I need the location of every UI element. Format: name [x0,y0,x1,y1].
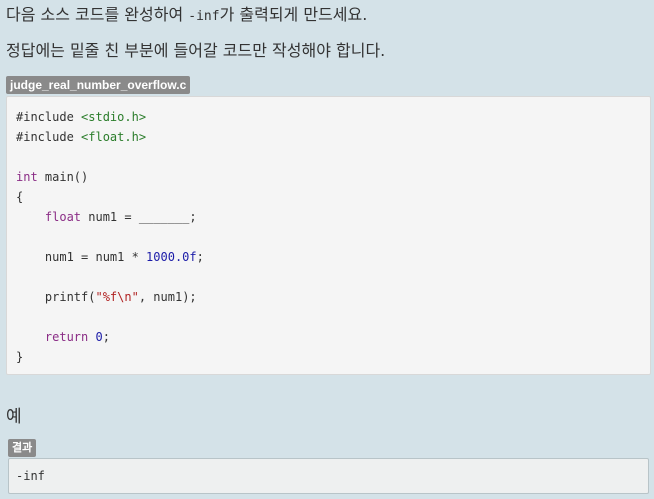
example-heading: 예 [6,407,22,427]
code-token: #include [16,110,82,124]
code-line: return 0; [16,327,204,347]
code-token: return [44,330,89,344]
code-token: <float.h> [81,130,147,144]
result-label-badge: 결과 [8,439,37,457]
code-token: 1000.0f [146,250,197,264]
code-token: "%f\n" [95,290,139,304]
result-output: -inf [16,469,45,483]
instruction-line-1: 다음 소스 코드를 완성하여 -inf가 출력되게 만드세요. [6,4,367,28]
code-token: int [16,170,38,184]
result-output-box[interactable]: -inf [8,458,649,494]
inline-code-inf: -inf [188,9,220,24]
code-line: printf("%f\n", num1); [16,287,204,307]
code-token: , num1); [138,290,197,304]
code-token: #include [16,130,82,144]
code-token: float [44,210,82,224]
code-block[interactable]: #include <stdio.h> #include <float.h> int … [6,96,651,375]
code-line: { [16,187,204,207]
code-line: #include <float.h> [16,127,204,147]
code-line: float num1 = _______; [16,207,204,227]
instruction-text-after: 가 출력되게 만드세요. [219,5,368,24]
code-line: int main() [16,167,204,187]
code-token: printf( [16,290,96,304]
code-line: #include <stdio.h> [16,107,204,127]
code-token: num1 = _______; [81,210,197,224]
code-token: ; [102,330,110,344]
instruction-line-2: 정답에는 밑줄 친 부분에 들어갈 코드만 작성해야 합니다. [6,41,386,60]
code-line: num1 = num1 * 1000.0f; [16,247,204,267]
code-token: { [16,190,24,204]
code-line: } [16,347,204,367]
code-token: num1 = num1 * [16,250,147,264]
code-token: <stdio.h> [81,110,147,124]
code-content: #include <stdio.h> #include <float.h> int … [16,107,204,367]
code-token: 0 [95,330,103,344]
filename-badge: judge_real_number_overflow.c [6,76,191,94]
instruction-text-before: 다음 소스 코드를 완성하여 [6,5,189,24]
code-token: main() [37,170,89,184]
code-token: ; [196,250,204,264]
code-token: } [16,350,24,364]
